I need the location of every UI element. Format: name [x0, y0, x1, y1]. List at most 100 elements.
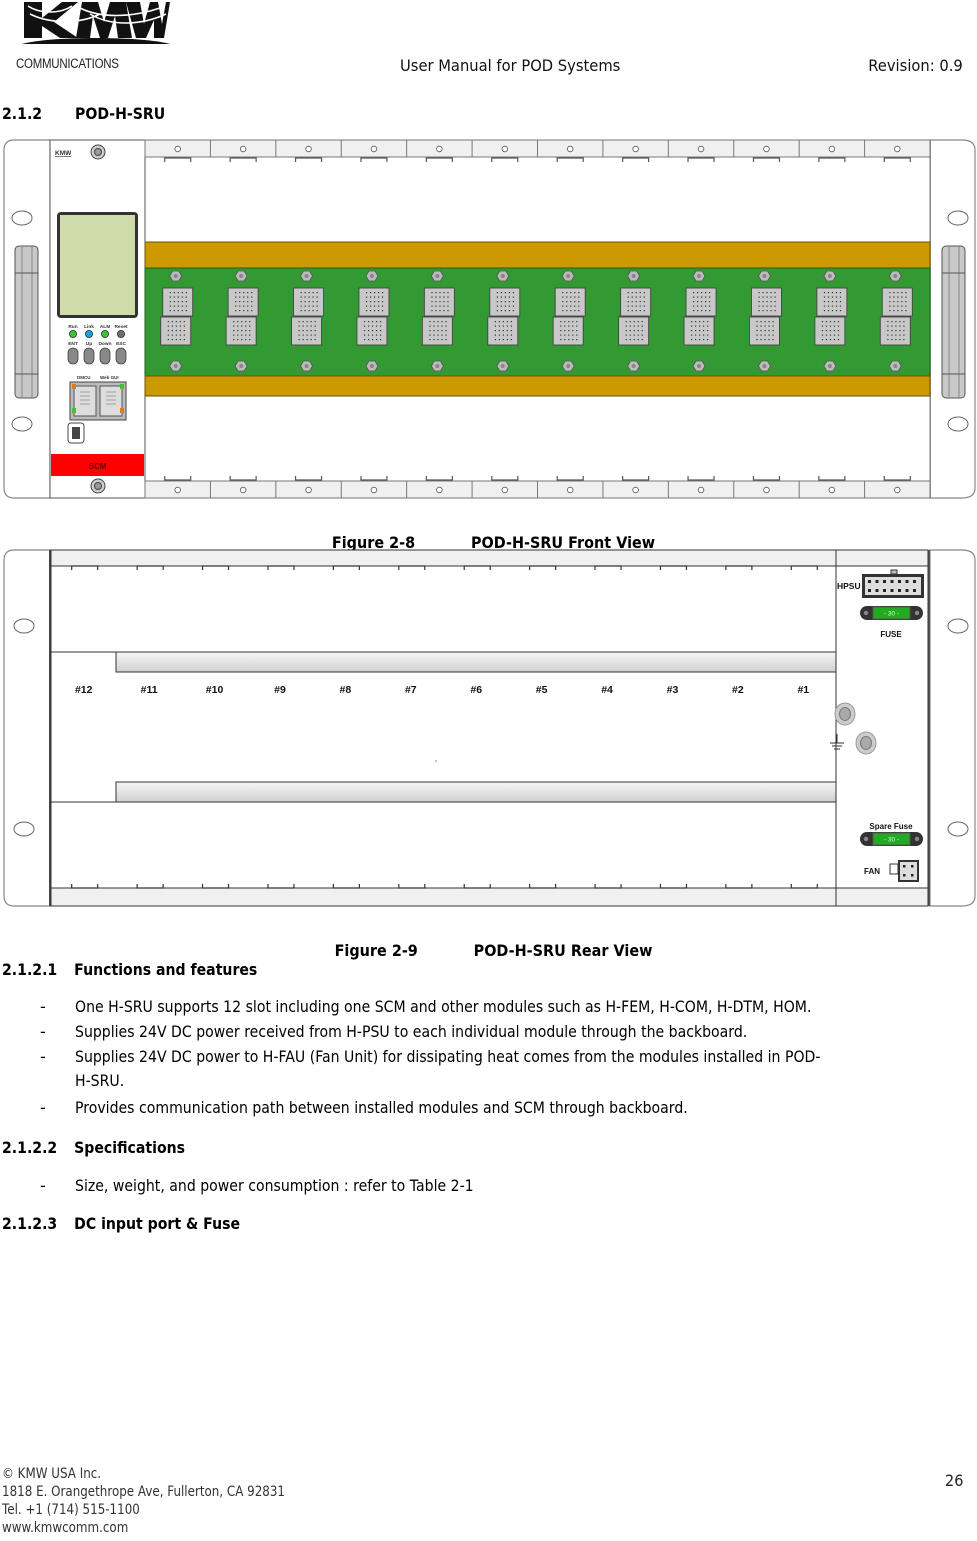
left-mount-hole-bottom — [11, 416, 33, 432]
bullet-marker: - — [40, 997, 46, 1016]
scm-brand: KMW — [55, 150, 72, 157]
ethernet-ports[interactable] — [69, 381, 127, 421]
slot-label: #5 — [536, 684, 548, 696]
rear-left-hole-bottom — [13, 821, 35, 837]
slot-label: #3 — [667, 684, 679, 696]
led-label: ALM — [100, 324, 110, 330]
left-mount-hole-top — [11, 210, 33, 226]
fan-label: FAN — [864, 867, 880, 876]
rear-right-hole-top — [947, 618, 969, 634]
scm-label: SCM — [89, 462, 107, 471]
scm-bottom-screw-icon — [90, 478, 106, 494]
logo-subtitle: COMMUNICATIONS — [16, 56, 119, 71]
rear-view-drawing: #12 #11 #10 #9 #8 #7 #6 #5 #4 #3 #2 #1 HPSU - 30 - … — [3, 549, 976, 907]
subsection-number: 2.1.2.2 — [2, 1138, 58, 1157]
subsection-number: 2.1.2.1 — [2, 960, 58, 979]
document-title: User Manual for POD Systems — [400, 56, 621, 75]
guide-hole — [239, 486, 247, 494]
guide-hole — [894, 486, 901, 494]
footer-copyright: © KMW USA Inc. — [2, 1466, 102, 1482]
slot-label: #9 — [274, 684, 286, 696]
dmcu-port[interactable] — [73, 385, 97, 417]
guide-hole — [501, 486, 508, 494]
rear-right-ear — [929, 549, 976, 907]
guide-hole — [436, 486, 443, 494]
subsection-number: 2.1.2.3 — [2, 1214, 58, 1233]
right-mount-hole-bottom — [947, 416, 969, 432]
scm-button-ent[interactable] — [67, 347, 79, 365]
slot-label: #11 — [141, 684, 158, 696]
page-number: 26 — [944, 1471, 963, 1490]
rear-left-ear — [3, 549, 51, 907]
ground-stud-lower[interactable] — [855, 731, 877, 755]
front-view-figure: KMW Run Link ALM Reset ENT Up Down ESC DMCU We… — [0, 138, 977, 502]
figure-rear-caption: Figure 2-9 POD-H-SRU Rear View — [49, 922, 928, 960]
bullet-item: Provides communication path between inst… — [75, 1098, 688, 1117]
guide-hole — [567, 145, 574, 153]
rear-lower-bar — [115, 781, 837, 803]
scm-button-down[interactable] — [99, 347, 111, 365]
kmw-logo: COMMUNICATIONS — [14, 0, 174, 78]
led-label: Run — [68, 324, 77, 330]
guide-hole — [239, 145, 247, 153]
spare-fuse[interactable]: - 30 - — [860, 832, 923, 846]
slot-label: #2 — [732, 684, 744, 696]
bullet-marker: - — [40, 1047, 46, 1066]
guide-hole — [305, 145, 312, 153]
footer-address: 1818 E. Orangethrope Ave, Fullerton, CA … — [2, 1484, 285, 1500]
usb-port[interactable] — [67, 422, 85, 444]
fuse-rating: - 30 - — [884, 611, 899, 618]
left-handle — [14, 245, 39, 399]
port-label-webgui: Web GUI — [100, 375, 119, 380]
webgui-port[interactable] — [99, 385, 123, 417]
subsection-heading-specifications: 2.1.2.2 Specifications — [2, 1138, 185, 1157]
subsection-heading-dc-input: 2.1.2.3 DC input port & Fuse — [2, 1214, 240, 1233]
bullet-marker: - — [40, 1176, 46, 1195]
button-label: ESC — [116, 341, 126, 347]
bullet-item-continuation: H-SRU. — [75, 1071, 125, 1090]
status-led-reset — [117, 329, 126, 338]
guide-hole — [174, 486, 181, 494]
bullet-marker: - — [40, 1098, 46, 1117]
slot-label: #1 — [797, 684, 809, 696]
guide-hole — [370, 145, 378, 153]
scm-button-esc[interactable] — [115, 347, 127, 365]
top-rail — [144, 241, 931, 269]
guide-hole — [436, 145, 443, 153]
right-handle — [941, 245, 966, 399]
port-label-dmcu: DMCU — [77, 375, 91, 380]
guide-hole — [305, 486, 312, 494]
hpsu-label: HPSU — [837, 581, 861, 591]
scm-button-up[interactable] — [83, 347, 95, 365]
footer-website[interactable]: www.kmwcomm.com — [2, 1519, 285, 1537]
section-heading: 2.1.2 POD-H-SRU — [2, 104, 165, 123]
guide-hole — [763, 486, 770, 494]
bullet-item: Supplies 24V DC power received from H-PS… — [75, 1022, 748, 1041]
subsection-title: DC input port & Fuse — [74, 1214, 241, 1233]
figure-rear-number: Figure 2-9 — [334, 941, 418, 960]
page-footer: © KMW USA Inc. 1818 E. Orangethrope Ave,… — [2, 1465, 285, 1537]
main-fuse[interactable]: - 30 - — [860, 606, 923, 620]
slot-label: #6 — [470, 684, 482, 696]
guide-hole — [894, 145, 901, 153]
hpsu-connector[interactable] — [862, 569, 924, 598]
ground-stud-upper[interactable] — [834, 702, 856, 726]
guide-hole — [174, 145, 181, 153]
status-led-run — [69, 329, 78, 338]
bullet-marker: - — [40, 1022, 46, 1041]
guide-hole — [370, 486, 378, 494]
kmw-logo-mark — [22, 2, 170, 44]
slot-label: #8 — [340, 684, 352, 696]
slot-label: #10 — [206, 684, 224, 696]
figure-front-caption: Figure 2-8 POD-H-SRU Front View — [49, 514, 928, 552]
slot-label: #7 — [405, 684, 417, 696]
bullet-item: Supplies 24V DC power to H-FAU (Fan Unit… — [75, 1047, 821, 1066]
scm-module[interactable]: KMW Run Link ALM Reset ENT Up Down ESC DMCU We… — [49, 139, 146, 499]
spare-fuse-label: Spare Fuse — [869, 822, 913, 831]
subsection-heading-functions: 2.1.2.1 Functions and features — [2, 960, 257, 979]
footer-phone: Tel. +1 (714) 515-1100 — [2, 1502, 140, 1518]
section-title: POD-H-SRU — [75, 104, 166, 123]
rear-right-hole-bottom — [947, 821, 969, 837]
guide-hole — [828, 486, 836, 494]
guide-hole — [567, 486, 574, 494]
